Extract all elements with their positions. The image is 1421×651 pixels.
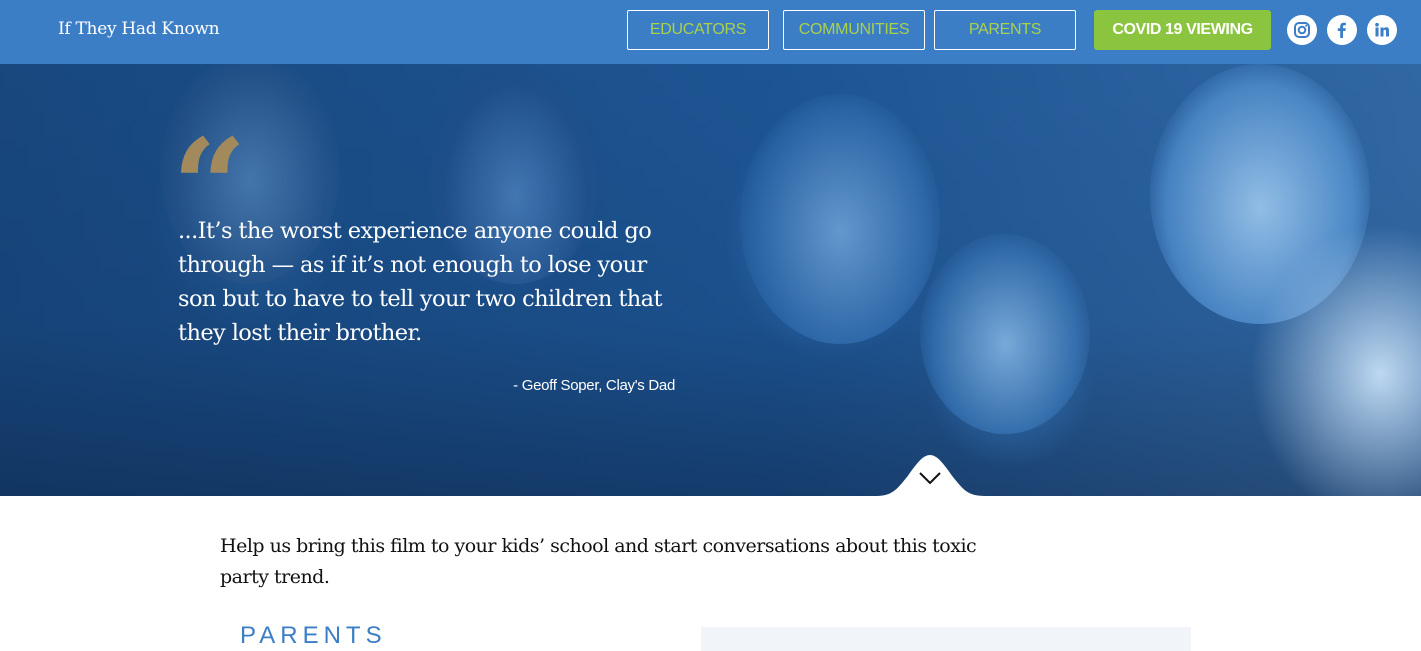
site-title[interactable]: If They Had Known (58, 19, 220, 39)
intro-text: Help us bring this film to your kids’ sc… (220, 535, 977, 588)
hero-quote: ...It’s the worst experience anyone coul… (178, 218, 663, 346)
hero-banner: “ ...It’s the worst experience anyone co… (0, 64, 1421, 496)
instagram-icon[interactable] (1287, 15, 1317, 45)
scroll-down-button[interactable] (875, 455, 985, 496)
nav-educators-button[interactable]: EDUCATORS (627, 10, 769, 50)
content-panel (701, 627, 1191, 651)
linkedin-icon[interactable] (1367, 15, 1397, 45)
facebook-icon[interactable] (1327, 15, 1357, 45)
nav-covid-viewing-button[interactable]: COVID 19 VIEWING (1094, 10, 1271, 50)
nav-parents-button[interactable]: PARENTS (934, 10, 1076, 50)
chevron-down-icon (919, 472, 941, 485)
nav-communities-button[interactable]: COMMUNITIES (783, 10, 925, 50)
section-heading-parents: PARENTS (240, 622, 387, 649)
quote-attribution: - Geoff Soper, Clay's Dad (513, 377, 675, 394)
site-header: If They Had Known EDUCATORS COMMUNITIES … (0, 0, 1421, 64)
